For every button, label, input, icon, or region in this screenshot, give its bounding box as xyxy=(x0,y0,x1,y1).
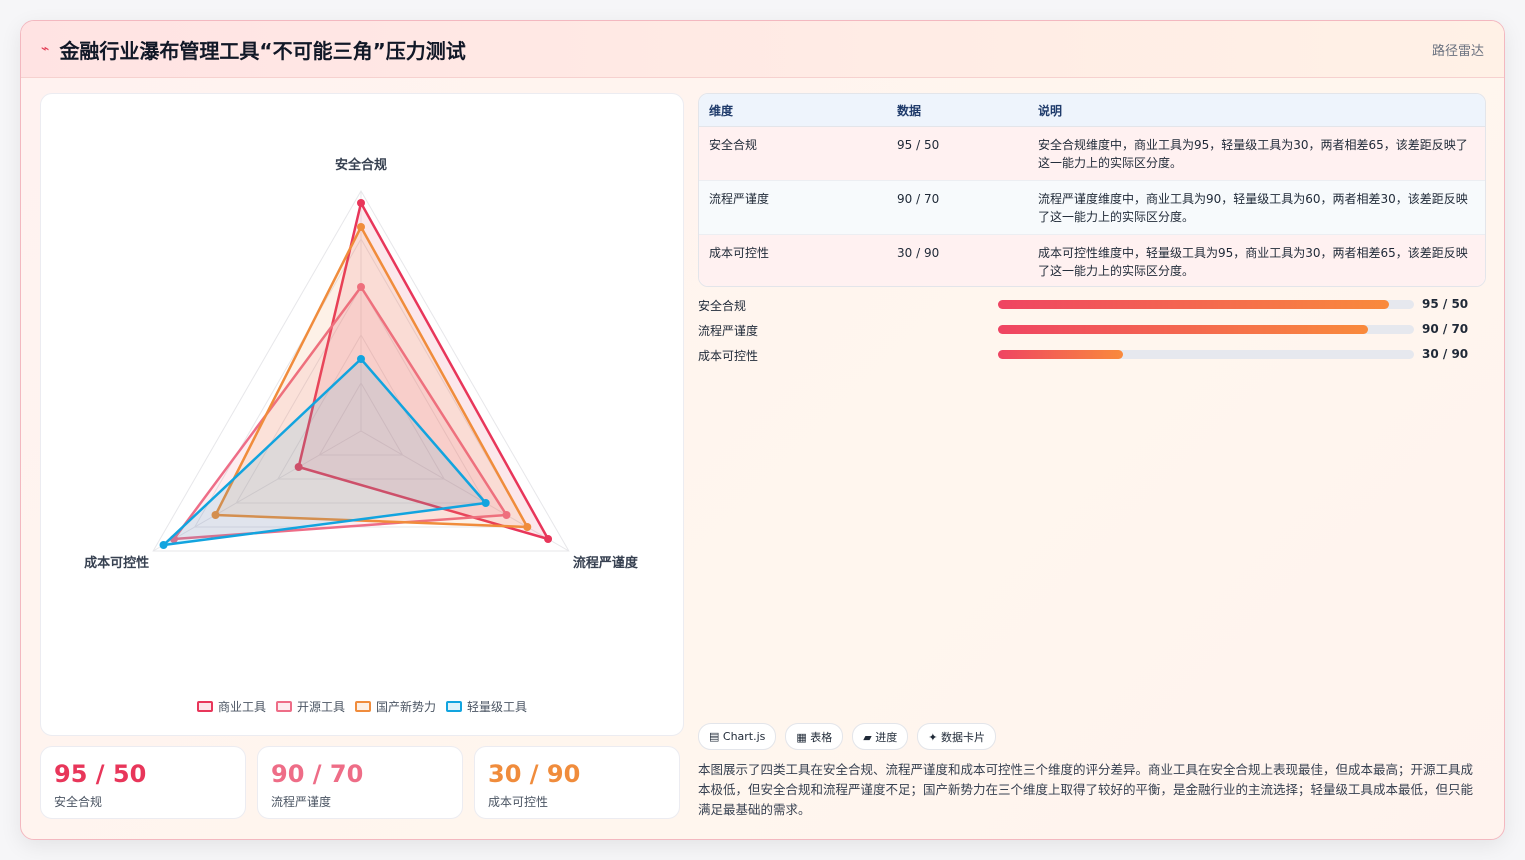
radar-point xyxy=(357,223,365,231)
table-cell-data: 30 / 90 xyxy=(887,234,1028,286)
kpi-label: 安全合规 xyxy=(54,795,103,809)
dashboard-frame: ⌁ 金融行业瀑布管理工具“不可能三角”压力测试 路径雷达 安全合规 流程严谨度 成本… xyxy=(20,20,1505,840)
kpi-label: 流程严谨度 xyxy=(271,795,332,809)
summary-text: 本图展示了四类工具在安全合规、流程严谨度和成本可控性三个维度的评分差异。商业工具… xyxy=(698,762,1474,817)
radar-point xyxy=(357,355,365,363)
progress-value: 30 / 90 xyxy=(1422,347,1469,361)
table-row: 流程严谨度 90 / 70 流程严谨度维度中，商业工具为90，轻量级工具为60，… xyxy=(699,180,1485,235)
chart-type-label: 路径雷达 xyxy=(1431,43,1484,59)
radar-point xyxy=(357,199,365,207)
table-header-row: 维度 数据 说明 xyxy=(699,94,1485,127)
kpi-cards: 95 / 50 安全合规 90 / 70 流程严谨度 30 / 90 成本可控性 xyxy=(40,746,680,819)
table-row: 成本可控性 30 / 90 成本可控性维度中，轻量级工具为95，商业工具为30，… xyxy=(699,234,1485,286)
radar-point xyxy=(544,535,553,543)
progress-value: 95 / 50 xyxy=(1422,297,1469,311)
table-header-dimension: 维度 xyxy=(699,94,887,127)
radar-point xyxy=(481,499,490,507)
progress-row-process: 流程严谨度 90 / 70 xyxy=(698,321,1484,346)
progress-bars: 安全合规 95 / 50 流程严谨度 90 / 70 成本可控性 30 / 90 xyxy=(698,296,1484,371)
radar-axis-label: 成本可控性 xyxy=(84,555,149,571)
radar-chart: 安全合规流程严谨度 成本可控性 xyxy=(84,157,639,571)
table-cell-description: 安全合规维度中，商业工具为95，轻量级工具为30，两者相差65，该差距反映了这一… xyxy=(1028,126,1485,181)
table-header-description: 说明 xyxy=(1028,94,1485,127)
progress-track xyxy=(998,300,1414,309)
legend-label: 轻量级工具 xyxy=(467,700,528,714)
table-cell-data: 90 / 70 xyxy=(887,180,1028,235)
legend-item[interactable]: 商业工具 xyxy=(196,698,266,715)
radar-axis-label: 流程严谨度 xyxy=(573,555,639,571)
radar-point xyxy=(159,541,168,549)
legend-label: 商业工具 xyxy=(217,700,266,714)
progress-fill xyxy=(998,300,1390,309)
progress-label: 成本可控性 xyxy=(698,349,759,363)
title-wrap: ⌁ 金融行业瀑布管理工具“不可能三角”压力测试 xyxy=(41,35,466,64)
legend-item[interactable]: 开源工具 xyxy=(275,698,345,715)
legend-swatch xyxy=(355,701,371,712)
page-title: 金融行业瀑布管理工具“不可能三角”压力测试 xyxy=(59,38,466,63)
progress-fill xyxy=(998,350,1123,359)
progress-row-cost: 成本可控性 30 / 90 xyxy=(698,346,1484,371)
kpi-card-cost: 30 / 90 成本可控性 xyxy=(474,746,680,819)
radar-point xyxy=(523,523,532,531)
legend-swatch xyxy=(275,701,292,712)
kpi-card-process: 90 / 70 流程严谨度 xyxy=(257,746,463,819)
header: ⌁ 金融行业瀑布管理工具“不可能三角”压力测试 路径雷达 xyxy=(21,21,1504,78)
table-cell-data: 95 / 50 xyxy=(887,126,1028,181)
kpi-value: 90 / 70 xyxy=(271,760,364,788)
progress-row-security: 安全合规 95 / 50 xyxy=(698,296,1484,321)
chip-chartjs[interactable]: ▤ Chart.js xyxy=(698,723,777,750)
chip-data-cards[interactable]: ✦ 数据卡片 xyxy=(917,723,996,750)
legend-label: 国产新势力 xyxy=(376,700,437,714)
data-table-card: 维度 数据 说明 安全合规 95 / 50 安全合规维度中，商业工具为95，轻量… xyxy=(698,93,1486,287)
kpi-card-security: 95 / 50 安全合规 xyxy=(40,746,246,819)
progress-label: 安全合规 xyxy=(698,299,747,313)
table-cell-description: 成本可控性维度中，轻量级工具为95，商业工具为30，两者相差65，该差距反映了这… xyxy=(1028,234,1485,286)
kpi-value: 30 / 90 xyxy=(488,760,581,788)
legend-item[interactable]: 轻量级工具 xyxy=(446,698,527,715)
table-cell-dimension: 安全合规 xyxy=(699,126,887,181)
chart-legend: 商业工具 开源工具 国产新势力 轻量级工具 xyxy=(41,698,683,715)
radar-axis-label: 安全合规 xyxy=(335,157,387,173)
pulse-icon: ⌁ xyxy=(41,41,50,57)
table-cell-description: 流程严谨度维度中，商业工具为90，轻量级工具为60，两者相差30，该差距反映了这… xyxy=(1028,180,1485,235)
progress-track xyxy=(998,325,1414,334)
chip-table[interactable]: ▦ 表格 xyxy=(785,723,844,750)
legend-swatch xyxy=(196,701,213,712)
data-table: 维度 数据 说明 安全合规 95 / 50 安全合规维度中，商业工具为95，轻量… xyxy=(699,94,1485,286)
table-header-data: 数据 xyxy=(887,94,1028,127)
feature-chips: ▤ Chart.js ▦ 表格 ▰ 进度 ✦ 数据卡片 xyxy=(698,723,996,750)
kpi-value: 95 / 50 xyxy=(54,760,147,788)
progress-track xyxy=(998,350,1414,359)
legend-swatch xyxy=(446,701,463,712)
radar-chart-card: 安全合规流程严谨度 成本可控性 商业工具 开源工具 国产新势力 轻量级工具 xyxy=(40,93,684,736)
table-cell-dimension: 流程严谨度 xyxy=(699,180,887,235)
legend-item[interactable]: 国产新势力 xyxy=(355,698,436,715)
progress-fill xyxy=(998,325,1369,334)
table-cell-dimension: 成本可控性 xyxy=(699,234,887,286)
chip-progress[interactable]: ▰ 进度 xyxy=(852,723,909,750)
legend-label: 开源工具 xyxy=(296,700,345,714)
table-row: 安全合规 95 / 50 安全合规维度中，商业工具为95，轻量级工具为30，两者… xyxy=(699,126,1485,181)
kpi-label: 成本可控性 xyxy=(488,795,549,809)
progress-label: 流程严谨度 xyxy=(698,324,759,338)
progress-value: 90 / 70 xyxy=(1422,322,1469,336)
